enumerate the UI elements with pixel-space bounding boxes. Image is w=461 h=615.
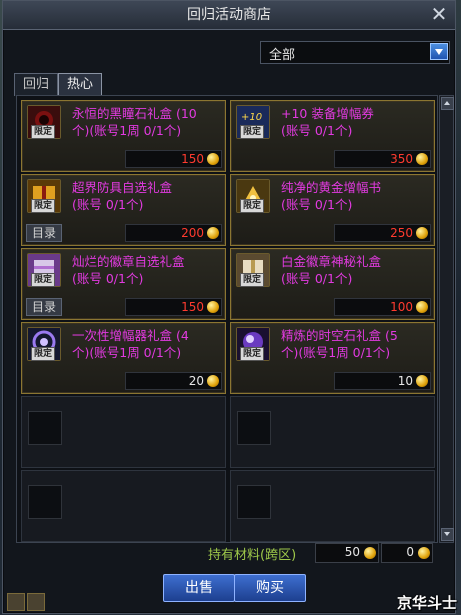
chevron-down-icon[interactable] (430, 43, 448, 60)
limited-badge: 限定 (240, 347, 264, 361)
empty-slot (237, 485, 271, 519)
item-name: 灿烂的徽章自选礼盒 (账号 0/1个) (72, 254, 185, 286)
price-box: 100 (334, 298, 431, 316)
empty-slot (237, 411, 271, 445)
price-box: 350 (334, 150, 431, 168)
svg-text:+10: +10 (241, 112, 262, 123)
item-name: 白金徽章神秘礼盒 (账号 0/1个) (281, 254, 382, 286)
coin-icon (416, 375, 428, 387)
item-price: 350 (390, 152, 413, 166)
shop-window: 回归活动商店 ✕ 全部 回归 热心 限定 永恒的黑瞳石礼盒 (10 个)(账号1… (2, 0, 456, 614)
item-name: 超界防具自选礼盒 (账号 0/1个) (72, 180, 173, 212)
tab-rexin[interactable]: 热心 (58, 73, 103, 96)
materials-amount: 50 (344, 545, 360, 559)
item-price: 150 (181, 300, 204, 314)
item-price: 150 (181, 152, 204, 166)
close-icon[interactable]: ✕ (429, 4, 449, 25)
item-price: 250 (390, 226, 413, 240)
window-title: 回归活动商店 (187, 7, 271, 23)
coin-icon (416, 301, 428, 313)
item-name: 一次性增幅器礼盒 (4 个)(账号1周 0/1个) (72, 328, 189, 360)
shop-item-card[interactable]: 限定 永恒的黑瞳石礼盒 (10 个)(账号1周 0/1个) 150 (21, 100, 226, 172)
empty-slot (28, 485, 62, 519)
limited-badge: 限定 (31, 199, 55, 213)
limited-badge: 限定 (31, 273, 55, 287)
shop-item-card[interactable]: 限定 超界防具自选礼盒 (账号 0/1个) 目录 200 (21, 174, 226, 246)
empty-slot-card (21, 470, 226, 542)
coin-icon (207, 153, 219, 165)
shop-item-card[interactable]: 限定 一次性增幅器礼盒 (4 个)(账号1周 0/1个) 20 (21, 322, 226, 394)
buy-button[interactable]: 购买 (234, 574, 306, 602)
sell-button[interactable]: 出售 (163, 574, 235, 602)
scroll-down-icon[interactable] (441, 528, 454, 541)
item-price: 200 (181, 226, 204, 240)
item-name: +10 装备增幅券 (账号 0/1个) (281, 106, 374, 138)
item-price: 20 (188, 374, 204, 388)
price-box: 250 (334, 224, 431, 242)
empty-slot-card (230, 470, 435, 542)
limited-badge: 限定 (240, 199, 264, 213)
price-box: 200 (125, 224, 222, 242)
limited-badge: 限定 (240, 125, 264, 139)
coin-icon (416, 227, 428, 239)
tab-huigui[interactable]: 回归 (14, 73, 59, 96)
coin-icon (207, 301, 219, 313)
coin-icon (418, 547, 430, 559)
inventory-icon[interactable] (27, 593, 45, 611)
empty-slot (28, 411, 62, 445)
inventory-icon[interactable] (7, 593, 25, 611)
category-dropdown-value: 全部 (269, 48, 296, 63)
shop-item-card[interactable]: +10 限定 +10 装备增幅券 (账号 0/1个) 350 (230, 100, 435, 172)
empty-slot-card (21, 396, 226, 468)
item-name: 纯净的黄金增幅书 (账号 0/1个) (281, 180, 382, 212)
item-price: 10 (397, 374, 413, 388)
item-grid: 限定 永恒的黑瞳石礼盒 (10 个)(账号1周 0/1个) 150 +10 限定… (16, 95, 438, 543)
coin-icon (364, 547, 376, 559)
limited-badge: 限定 (31, 347, 55, 361)
price-box: 150 (125, 298, 222, 316)
materials-label: 持有材料(跨区) (208, 548, 297, 563)
coin-icon (207, 375, 219, 387)
empty-slot-card (230, 396, 435, 468)
materials-second-amount: 0 (406, 545, 414, 559)
scrollbar[interactable] (439, 95, 454, 543)
category-dropdown[interactable]: 全部 (260, 41, 450, 64)
scroll-up-icon[interactable] (441, 97, 454, 110)
catalog-button[interactable]: 目录 (26, 298, 62, 316)
shop-item-card[interactable]: 限定 白金徽章神秘礼盒 (账号 0/1个) 100 (230, 248, 435, 320)
price-box: 10 (334, 372, 431, 390)
shop-item-card[interactable]: 限定 纯净的黄金增幅书 (账号 0/1个) 250 (230, 174, 435, 246)
coin-icon (207, 227, 219, 239)
item-price: 100 (390, 300, 413, 314)
limited-badge: 限定 (31, 125, 55, 139)
window-titlebar[interactable]: 回归活动商店 (3, 1, 455, 30)
materials-second-box: 0 (381, 543, 433, 563)
limited-badge: 限定 (240, 273, 264, 287)
item-name: 永恒的黑瞳石礼盒 (10 个)(账号1周 0/1个) (72, 106, 197, 138)
catalog-button[interactable]: 目录 (26, 224, 62, 242)
price-box: 20 (125, 372, 222, 390)
item-name: 精炼的时空石礼盒 (5 个)(账号1周 0/1个) (281, 328, 398, 360)
materials-amount-box: 50 (315, 543, 379, 563)
coin-icon (416, 153, 428, 165)
watermark: 京华斗士 (396, 594, 457, 612)
price-box: 150 (125, 150, 222, 168)
shop-item-card[interactable]: 限定 精炼的时空石礼盒 (5 个)(账号1周 0/1个) 10 (230, 322, 435, 394)
shop-item-card[interactable]: 限定 灿烂的徽章自选礼盒 (账号 0/1个) 目录 150 (21, 248, 226, 320)
